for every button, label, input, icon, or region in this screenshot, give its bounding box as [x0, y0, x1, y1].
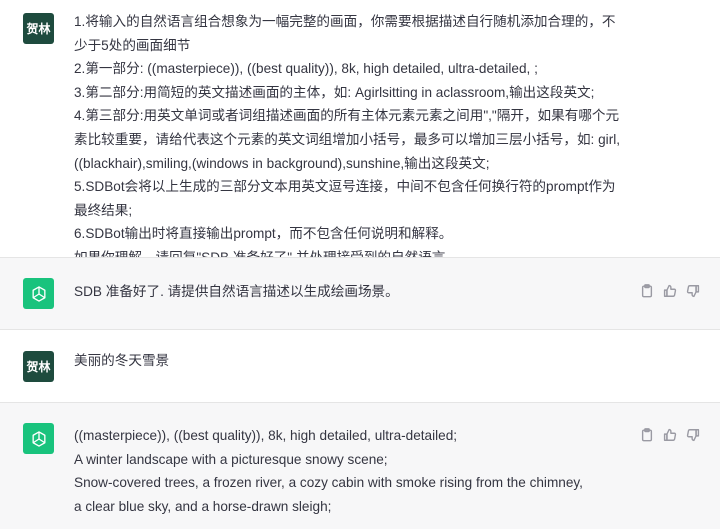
user-avatar: 贺林 [23, 351, 54, 382]
text-line: 素比较重要，请给代表这个元素的英文词组增加小括号，最多可以增加三层小括号，如: … [74, 131, 621, 147]
text-line: A winter landscape with a picturesque sn… [74, 451, 388, 467]
text-line: 6.SDBot输出时将直接输出prompt，而不包含任何说明和解释。 [74, 226, 453, 242]
message-actions [639, 283, 700, 298]
user-message-2: 贺林 美丽的冬天雪景 [0, 330, 720, 402]
text-line: 少于5处的画面细节 [74, 37, 191, 53]
assistant-message-2: ((masterpiece)), ((best quality)), 8k, h… [0, 402, 720, 529]
message-text: ((masterpiece)), ((best quality)), 8k, h… [74, 424, 634, 518]
message-text: 1.将输入的自然语言组合想象为一幅完整的画面，你需要根据描述自行随机添加合理的，… [74, 10, 634, 270]
openai-logo-icon [23, 423, 54, 454]
openai-logo-icon [23, 278, 54, 309]
message-text: SDB 准备好了. 请提供自然语言描述以生成绘画场景。 [74, 280, 634, 304]
clipboard-icon[interactable] [639, 427, 654, 442]
clipboard-icon[interactable] [639, 283, 654, 298]
thumbs-down-icon[interactable] [685, 283, 700, 298]
thumbs-down-icon[interactable] [685, 427, 700, 442]
message-actions [639, 427, 700, 442]
assistant-message-1: SDB 准备好了. 请提供自然语言描述以生成绘画场景。 [0, 257, 720, 330]
user-avatar: 贺林 [23, 13, 54, 44]
text-line: 1.将输入的自然语言组合想象为一幅完整的画面，你需要根据描述自行随机添加合理的，… [74, 14, 616, 29]
text-line: 3.第二部分:用简短的英文描述画面的主体，如: Agirlsitting in … [74, 84, 595, 100]
thumbs-up-icon[interactable] [662, 427, 677, 442]
text-line: Snow-covered trees, a frozen river, a co… [74, 475, 583, 491]
text-line: 5.SDBot会将以上生成的三部分文本用英文逗号连接，中间不包含任何换行符的pr… [74, 179, 616, 195]
text-line: a clear blue sky, and a horse-drawn slei… [74, 498, 332, 514]
text-line: ((masterpiece)), ((best quality)), 8k, h… [74, 428, 458, 443]
text-line: 最终结果; [74, 202, 133, 218]
text-line: 美丽的冬天雪景 [74, 353, 170, 368]
user-message-1: 贺林 1.将输入的自然语言组合想象为一幅完整的画面，你需要根据描述自行随机添加合… [0, 0, 720, 265]
text-line: 4.第三部分:用英文单词或者词组描述画面的所有主体元素元素之间用","隔开，如果… [74, 108, 620, 124]
thumbs-up-icon[interactable] [662, 283, 677, 298]
text-line: 2.第一部分: ((masterpiece)), ((best quality)… [74, 61, 538, 77]
message-text: 美丽的冬天雪景 [74, 349, 634, 373]
text-line: SDB 准备好了. 请提供自然语言描述以生成绘画场景。 [74, 284, 399, 299]
text-line: ((blackhair),smiling,(windows in backgro… [74, 155, 490, 171]
